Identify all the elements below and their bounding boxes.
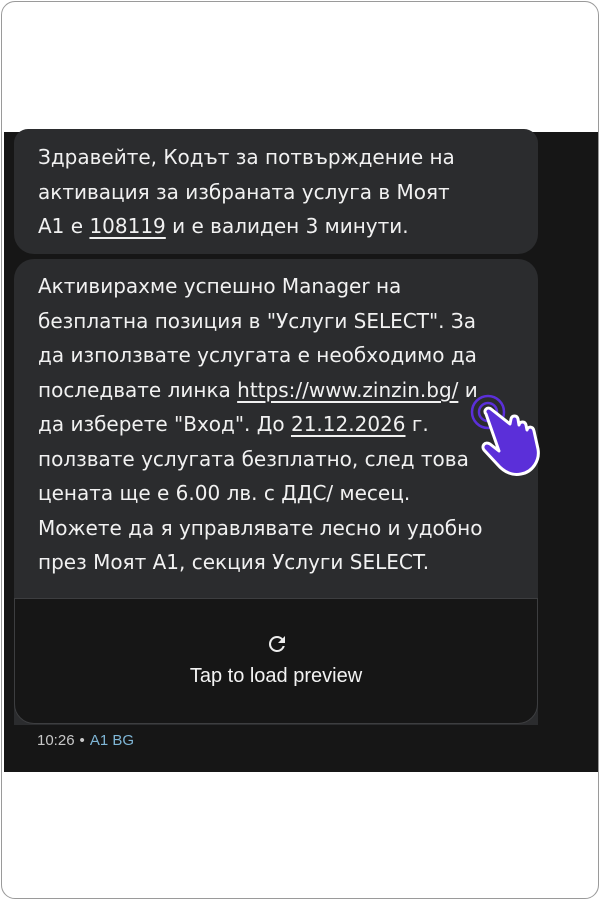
- hand-pointer-icon: [470, 394, 540, 476]
- message-thread: Здравейте, Кодът за потвърждение на акти…: [4, 129, 598, 772]
- message-text: А1 е: [38, 214, 90, 238]
- message-text: г.: [405, 412, 429, 436]
- message-line: Здравейте, Кодът за потвърждение на: [38, 145, 455, 169]
- message-line: да използвате услугата е необходимо да: [38, 343, 477, 367]
- message-text: да изберете "Вход". До: [38, 412, 291, 436]
- refresh-icon: [268, 636, 285, 652]
- message-line: активация за избраната услуга в Моят: [38, 179, 450, 204]
- message-time: 10:26: [37, 732, 75, 749]
- message-line: Активирахме успешно Manager на: [38, 274, 402, 298]
- link-preview-card[interactable]: Tap to load preview: [14, 598, 538, 724]
- message-line: Можете да я управлявате лесно и удобно: [38, 515, 483, 540]
- message-text: и е валиден 3 минути.: [165, 214, 409, 238]
- tap-to-load-preview-label: Tap to load preview: [189, 665, 363, 687]
- message-line: цената ще е 6.00 лв. с ДДС/ месец.: [38, 481, 411, 505]
- verification-code[interactable]: 108119: [89, 214, 165, 238]
- message-text: последвате линка: [38, 377, 238, 402]
- message-line: през Моят А1, секция Услуги SELECT.: [38, 550, 430, 574]
- message-link[interactable]: https://www.zinzin.bg/: [237, 378, 458, 402]
- message-date[interactable]: 21.12.2026: [291, 412, 406, 436]
- message-bubble-code[interactable]: Здравейте, Кодът за потвърждение на акти…: [14, 129, 538, 254]
- message-line: последвате линка https://www.zinzin.bg/ …: [38, 373, 514, 408]
- message-line: ползвате услугата безплатно, след това: [38, 446, 469, 471]
- meta-separator: •: [79, 732, 85, 749]
- message-line: А1 е 108119 и е валиден 3 минути.: [38, 209, 514, 244]
- message-line: безплатна позиция в "Услуги SELECT". За: [38, 308, 476, 333]
- message-sender: A1 BG: [89, 732, 134, 749]
- message-line: да изберете "Вход". До 21.12.2026 г.: [38, 407, 514, 442]
- message-metadata: 10:26 • A1 BG: [37, 732, 134, 749]
- screenshot-frame: Здравейте, Кодът за потвърждение на акти…: [1, 1, 599, 899]
